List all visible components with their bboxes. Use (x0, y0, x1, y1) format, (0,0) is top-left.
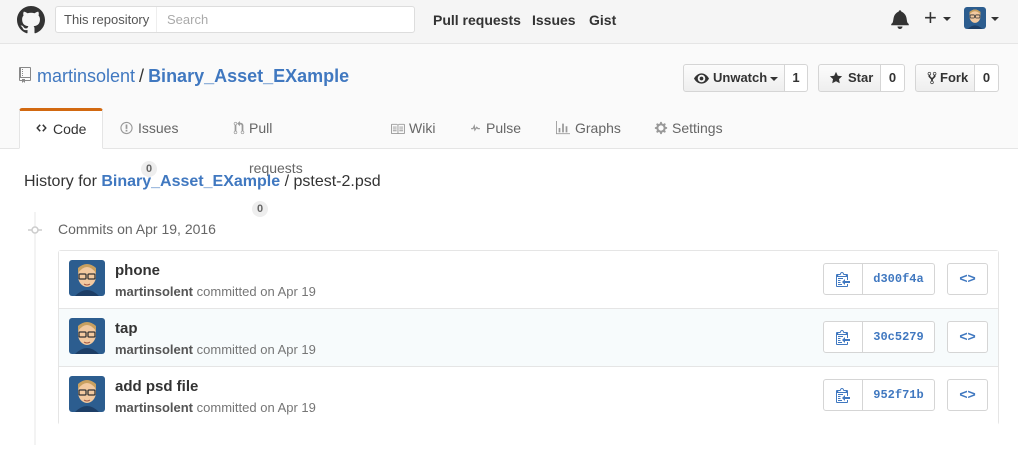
history-repo-link[interactable]: Binary_Asset_EXample (101, 173, 280, 190)
github-logo-icon[interactable] (17, 6, 45, 34)
fork-button[interactable]: Fork (915, 64, 975, 92)
clipboard-icon (836, 388, 850, 403)
watch-count[interactable]: 1 (785, 64, 808, 92)
timeline-line (34, 212, 36, 445)
pull-request-icon (233, 121, 245, 135)
tab-graphs-label: Graphs (575, 120, 621, 136)
avatar[interactable] (69, 260, 105, 296)
fork-count[interactable]: 0 (975, 64, 999, 92)
history-prefix: History for (24, 173, 97, 190)
commit-date: committed on Apr 19 (196, 284, 316, 299)
tab-pull-requests-count: 0 (252, 201, 269, 217)
repo-title-separator: / (139, 66, 145, 86)
tab-wiki-label: Wiki (409, 120, 436, 136)
site-header: This repository Pull requests Issues Gis… (0, 0, 1018, 44)
unwatch-caret-icon (770, 77, 778, 81)
avatar[interactable] (69, 318, 105, 354)
history-file-name: pstest-2.psd (293, 173, 381, 190)
commit-date: committed on Apr 19 (196, 342, 316, 357)
history-separator: / (284, 173, 290, 190)
commit-meta: martinsolent committed on Apr 19 (115, 342, 316, 357)
search-box: This repository (55, 6, 415, 33)
commit-author[interactable]: martinsolent (115, 400, 193, 415)
commit-meta: martinsolent committed on Apr 19 (115, 284, 316, 299)
commit-sha-link[interactable]: 30c5279 (862, 321, 935, 353)
copy-sha-button[interactable] (823, 321, 863, 353)
commit-title[interactable]: phone (115, 262, 160, 279)
unwatch-button[interactable]: Unwatch (683, 64, 785, 92)
commit-list: phone martinsolent committed on Apr 19 d… (58, 250, 999, 425)
tab-settings[interactable]: Settings (654, 108, 723, 149)
commit-row: add psd file martinsolent committed on A… (59, 367, 998, 425)
tab-pull-requests-label: Pull requests (249, 120, 303, 176)
browse-code-button[interactable]: <> (947, 263, 988, 295)
nav-issues[interactable]: Issues (532, 12, 576, 28)
repo-title: martinsolent / Binary_Asset_EXample (37, 66, 349, 87)
commit-author[interactable]: martinsolent (115, 284, 193, 299)
graph-icon (556, 121, 570, 135)
star-button[interactable]: Star (818, 64, 881, 92)
gear-icon (654, 121, 668, 135)
pulse-icon (471, 124, 480, 132)
bell-icon[interactable] (891, 9, 909, 29)
star-count[interactable]: 0 (881, 64, 905, 92)
nav-gist[interactable]: Gist (589, 12, 616, 28)
unwatch-label: Unwatch (713, 70, 768, 85)
star-label: Star (848, 70, 874, 85)
tab-graphs[interactable]: Graphs (555, 108, 621, 149)
commit-title[interactable]: tap (115, 320, 138, 337)
code-icon (36, 124, 47, 132)
clipboard-icon (836, 330, 850, 345)
tab-pull-requests[interactable]: Pull requests 0 (233, 108, 303, 217)
commit-date: committed on Apr 19 (196, 400, 316, 415)
search-input[interactable] (158, 7, 413, 32)
commit-sha-link[interactable]: 952f71b (862, 379, 935, 411)
commit-row: tap martinsolent committed on Apr 19 30c… (59, 309, 998, 367)
create-caret-icon[interactable] (943, 17, 951, 21)
commit-dot-icon (28, 226, 42, 234)
browse-code-button[interactable]: <> (947, 321, 988, 353)
tab-code[interactable]: Code (19, 108, 103, 149)
eye-icon (694, 73, 709, 84)
repo-name-link[interactable]: Binary_Asset_EXample (148, 66, 349, 86)
plus-icon[interactable]: + (924, 7, 937, 29)
user-caret-icon[interactable] (991, 17, 999, 21)
repo-icon (19, 67, 31, 83)
tab-settings-label: Settings (672, 120, 723, 136)
fork-label: Fork (940, 70, 969, 85)
search-scope-label[interactable]: This repository (56, 7, 157, 32)
commit-sha-link[interactable]: d300f4a (862, 263, 935, 295)
commits-date-heading: Commits on Apr 19, 2016 (58, 221, 216, 237)
star-icon (829, 71, 843, 84)
clipboard-icon (836, 272, 850, 287)
repo-header: martinsolent / Binary_Asset_EXample Unwatc… (0, 44, 1018, 217)
repo-owner-link[interactable]: martinsolent (37, 66, 135, 86)
book-icon (391, 123, 405, 134)
tab-issues[interactable]: Issues0 (120, 108, 179, 177)
user-avatar[interactable] (964, 7, 986, 29)
copy-sha-button[interactable] (823, 263, 863, 295)
commit-meta: martinsolent committed on Apr 19 (115, 400, 316, 415)
copy-sha-button[interactable] (823, 379, 863, 411)
issue-icon (120, 121, 133, 135)
history-title: History for Binary_Asset_EXample / pstes… (24, 173, 381, 191)
nav-pull-requests[interactable]: Pull requests (433, 12, 521, 28)
browse-code-button[interactable]: <> (947, 379, 988, 411)
commit-title[interactable]: add psd file (115, 378, 198, 395)
tab-pulse-label: Pulse (486, 120, 522, 136)
avatar[interactable] (69, 376, 105, 412)
commit-row: phone martinsolent committed on Apr 19 d… (59, 251, 998, 309)
fork-icon (927, 71, 937, 85)
tab-issues-label: Issues (138, 120, 179, 136)
tab-code-label: Code (53, 121, 87, 137)
commit-author[interactable]: martinsolent (115, 342, 193, 357)
tab-wiki[interactable]: Wiki (390, 108, 435, 149)
tab-pulse[interactable]: Pulse (468, 108, 521, 149)
